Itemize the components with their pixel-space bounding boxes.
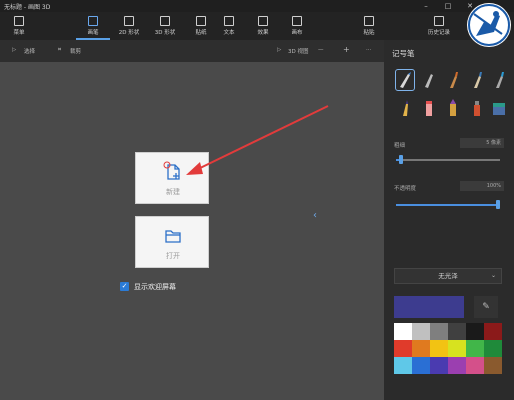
chevron-left-icon[interactable]: ‹ [313, 210, 317, 221]
tab-3d-shapes[interactable]: 3D 形状 [148, 12, 182, 40]
ribbon-toolbar: 菜单 画笔 2D 形状 3D 形状 贴纸 文本 效果 画布 粘贴 历史记录 [0, 12, 514, 40]
crop-button[interactable]: 裁剪 [70, 47, 81, 55]
opacity-slider-thumb[interactable] [496, 200, 500, 209]
brush-icon [88, 16, 98, 26]
canvas-icon [292, 16, 302, 26]
show-welcome-label: 显示欢迎屏幕 [134, 283, 176, 291]
thickness-label: 粗细 [394, 143, 406, 149]
view3d-button[interactable]: 3D 视图 [288, 47, 308, 55]
tab-brushes[interactable]: 画笔 [76, 12, 110, 40]
select-icon[interactable]: ▷ [12, 47, 16, 53]
color-swatch[interactable] [466, 340, 484, 357]
marker-tool[interactable] [395, 69, 415, 91]
color-swatch[interactable] [412, 340, 430, 357]
select-button[interactable]: 选择 [24, 47, 35, 55]
thickness-slider-thumb[interactable] [399, 155, 403, 164]
title-bar: 无标题 - 画图 3D – □ ✕ [0, 0, 514, 12]
knight-logo [467, 3, 511, 47]
color-swatch[interactable] [484, 340, 502, 357]
more-button[interactable]: ··· [366, 47, 371, 53]
menu-button[interactable]: 菜单 [2, 12, 36, 40]
crop-icon[interactable]: ⌗ [58, 47, 61, 54]
zoom-out-button[interactable]: — [318, 47, 324, 53]
paste-button[interactable]: 粘贴 [352, 12, 386, 40]
tab-effects[interactable]: 效果 [246, 12, 280, 40]
menu-label: 菜单 [13, 30, 25, 36]
new-file-icon [167, 164, 180, 180]
zoom-in-button[interactable]: + [343, 45, 350, 54]
thickness-value-field[interactable]: 5 像素 [460, 138, 504, 148]
color-swatch[interactable] [394, 323, 412, 340]
new-label: 新建 [166, 188, 180, 196]
color-swatch[interactable] [466, 357, 484, 374]
show-welcome-checkbox[interactable]: ✓ [120, 282, 129, 291]
color-swatch[interactable] [430, 340, 448, 357]
crayon-tool[interactable] [444, 98, 462, 118]
color-palette [394, 323, 502, 374]
color-swatch[interactable] [430, 357, 448, 374]
eraser-tool[interactable] [420, 98, 438, 118]
oil-brush-tool[interactable] [444, 70, 462, 90]
opacity-label: 不透明度 [394, 186, 417, 192]
color-swatch[interactable] [448, 340, 466, 357]
color-swatch[interactable] [466, 323, 484, 340]
spray-can-tool[interactable] [468, 98, 486, 118]
color-swatch[interactable] [394, 357, 412, 374]
canvas-toolbar: ▷ 选择 ⌗ 裁剪 ▷ 3D 视图 — + ··· [0, 40, 384, 62]
opacity-value-field[interactable]: 100% [460, 181, 504, 191]
color-swatch[interactable] [430, 323, 448, 340]
tab-label: 3D 形状 [154, 30, 176, 36]
history-button[interactable]: 历史记录 [422, 12, 456, 40]
tab-label: 文本 [223, 30, 235, 36]
shapes-2d-icon [124, 16, 134, 26]
open-label: 打开 [166, 252, 180, 260]
color-swatch[interactable] [448, 323, 466, 340]
paste-icon [364, 16, 374, 26]
thickness-slider-track[interactable] [396, 159, 500, 161]
tab-label: 2D 形状 [118, 30, 140, 36]
tab-text[interactable]: 文本 [212, 12, 246, 40]
maximize-button[interactable]: □ [438, 0, 458, 12]
pixel-pen-tool[interactable] [490, 70, 508, 90]
sun-icon [258, 16, 268, 26]
window-title: 无标题 - 画图 3D [4, 4, 51, 11]
paste-label: 粘贴 [363, 30, 375, 36]
folder-icon [14, 16, 24, 26]
tab-label: 画笔 [87, 30, 99, 36]
calligraphy-pen-tool[interactable] [420, 70, 438, 90]
history-label: 历史记录 [427, 30, 450, 36]
watercolor-tool[interactable] [468, 70, 486, 90]
history-icon [434, 16, 444, 26]
opacity-slider-fill [396, 204, 500, 206]
finish-select-value: 无光泽 [438, 272, 458, 280]
color-swatch[interactable] [484, 323, 502, 340]
minimize-button[interactable]: – [416, 0, 436, 12]
tab-2d-shapes[interactable]: 2D 形状 [112, 12, 146, 40]
tab-label: 画布 [291, 30, 303, 36]
chevron-down-icon: ⌄ [490, 272, 496, 279]
color-swatch[interactable] [484, 357, 502, 374]
open-button[interactable]: 打开 [135, 216, 209, 268]
eyedropper-icon[interactable]: ✎ [474, 296, 498, 318]
folder-icon [165, 230, 181, 243]
sticker-icon [196, 16, 206, 26]
color-swatch[interactable] [412, 323, 430, 340]
color-swatch[interactable] [448, 357, 466, 374]
new-button[interactable]: 新建 [135, 152, 209, 204]
color-swatch[interactable] [412, 357, 430, 374]
cube-icon [160, 16, 170, 26]
tab-canvas[interactable]: 画布 [280, 12, 314, 40]
finish-select[interactable]: 无光泽 ⌄ [394, 268, 502, 284]
fill-tool[interactable] [490, 98, 508, 118]
pencil-tool[interactable] [396, 98, 414, 118]
tab-label: 效果 [257, 30, 269, 36]
current-color-swatch[interactable] [394, 296, 464, 318]
panel-title: 记号笔 [392, 49, 415, 58]
view3d-icon[interactable]: ▷ [277, 47, 281, 53]
text-icon [224, 16, 234, 26]
color-swatch[interactable] [394, 340, 412, 357]
